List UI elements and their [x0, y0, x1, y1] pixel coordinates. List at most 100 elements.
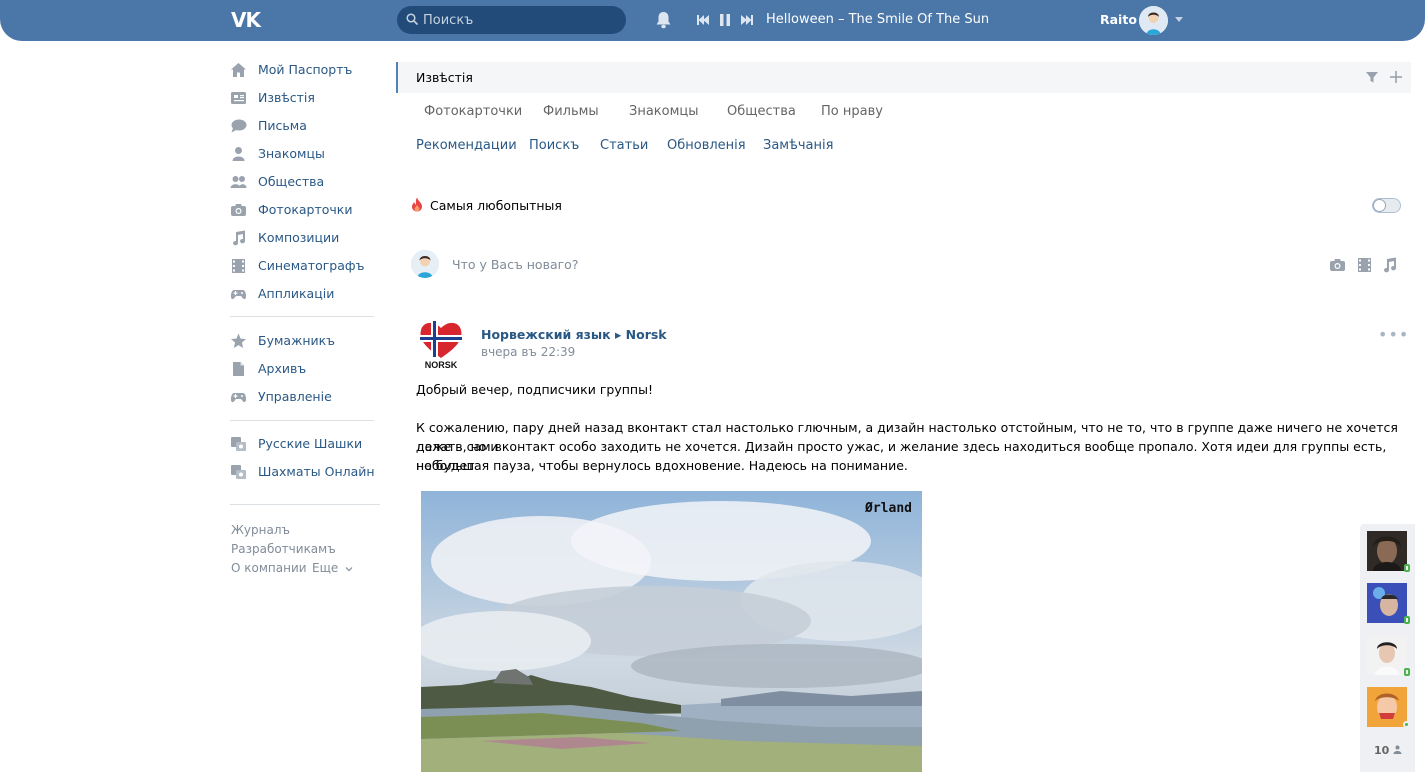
- sidebar-item-label: Архивъ: [258, 361, 307, 376]
- online-friends-panel: 10: [1360, 524, 1415, 772]
- sidebar-item-manage[interactable]: Управленіе: [230, 383, 380, 411]
- sidebar-item-payments[interactable]: Бумажникъ: [230, 327, 380, 355]
- camera-icon[interactable]: [1329, 257, 1346, 273]
- user-menu-chevron-icon[interactable]: [1175, 17, 1183, 22]
- online-status-icon: [1403, 721, 1410, 728]
- now-playing-title[interactable]: Helloween – The Smile Of The Sun: [766, 12, 989, 27]
- tab-recommendations[interactable]: Рекомендации: [416, 138, 517, 153]
- film-icon[interactable]: [1356, 257, 1373, 273]
- feed-title-bar: Извѣстія: [396, 62, 1411, 93]
- norway-heart-logo: NORSK: [420, 321, 462, 370]
- sidebar-item-label: Фотокарточки: [258, 202, 353, 217]
- user-name[interactable]: Raito: [1100, 12, 1137, 27]
- notifications-bell-icon[interactable]: [655, 11, 672, 29]
- filter-icon[interactable]: [1365, 70, 1379, 84]
- online-count-value: 10: [1374, 744, 1390, 757]
- post-timestamp[interactable]: вчера въ 22:39: [481, 345, 575, 359]
- gamepad-icon: [230, 393, 247, 403]
- home-icon: [231, 63, 246, 77]
- sidebar-item-video[interactable]: Синематографъ: [230, 252, 380, 280]
- sidebar-item-archive[interactable]: Архивъ: [230, 355, 380, 383]
- most-interesting-toggle[interactable]: [1372, 198, 1401, 213]
- feed-title: Извѣстія: [416, 70, 473, 85]
- sidebar-item-label: Бумажникъ: [258, 333, 336, 348]
- pause-icon[interactable]: [718, 13, 732, 27]
- online-friends-count[interactable]: 10: [1374, 744, 1402, 757]
- most-interesting-label: Самыя любопытныя: [430, 198, 562, 213]
- add-icon[interactable]: [1389, 70, 1403, 84]
- sidebar-item-game-checkers[interactable]: Русские Шашки: [230, 430, 380, 458]
- friend-icon: [232, 147, 245, 161]
- landscape-photo: [421, 491, 922, 772]
- search-box[interactable]: [397, 6, 626, 34]
- tab-groups[interactable]: Общества: [727, 104, 796, 119]
- new-post-input[interactable]: Что у Васъ новаго?: [452, 257, 578, 272]
- flame-icon: [412, 197, 422, 212]
- footer-link-more[interactable]: Еще: [312, 561, 353, 575]
- vk-logo[interactable]: VK: [231, 9, 264, 31]
- sidebar-item-game-chess[interactable]: Шахматы Онлайн: [230, 458, 380, 486]
- next-track-icon[interactable]: [740, 13, 754, 27]
- music-icon[interactable]: [1381, 257, 1398, 273]
- post-author-link[interactable]: Норвежский язык ▸ Norsk: [481, 327, 667, 342]
- sidebar-item-label: Русские Шашки: [258, 436, 363, 451]
- sidebar-item-label: Композиции: [258, 230, 340, 245]
- sidebar-item-label: Шахматы Онлайн: [258, 464, 375, 479]
- friend-avatar[interactable]: [1367, 635, 1410, 676]
- previous-track-icon[interactable]: [696, 13, 710, 27]
- group-logo-text: NORSK: [425, 360, 458, 370]
- friend-avatar-image: [1367, 531, 1407, 571]
- post-photo[interactable]: Ørland: [421, 491, 922, 772]
- sidebar-item-label: Письма: [258, 118, 307, 133]
- user-avatar[interactable]: [1139, 6, 1168, 35]
- sidebar-item-groups[interactable]: Общества: [230, 168, 380, 196]
- sidebar-item-profile[interactable]: Мой Паспортъ: [230, 56, 380, 84]
- friend-avatar-image: [1367, 687, 1407, 727]
- sidebar-item-friends[interactable]: Знакомцы: [230, 140, 380, 168]
- gamepad-icon: [230, 290, 247, 300]
- sidebar-item-label: Извѣстія: [258, 90, 315, 105]
- footer-link-about[interactable]: О компании: [231, 561, 307, 575]
- tab-friends[interactable]: Знакомцы: [629, 104, 699, 119]
- tab-articles[interactable]: Статьи: [600, 138, 648, 153]
- tab-photos[interactable]: Фотокарточки: [424, 104, 522, 119]
- friend-avatar[interactable]: [1367, 583, 1410, 624]
- sidebar-item-label: Управленіе: [258, 389, 332, 404]
- sidebar-item-apps[interactable]: Аппликаціи: [230, 280, 380, 308]
- friend-avatar[interactable]: [1367, 531, 1410, 572]
- tab-liked[interactable]: По нраву: [821, 104, 883, 119]
- tab-videos[interactable]: Фильмы: [543, 104, 599, 119]
- footer-more-label: Еще: [312, 561, 339, 575]
- sidebar-item-messages[interactable]: Письма: [230, 112, 380, 140]
- toggle-knob: [1373, 199, 1386, 212]
- sidebar-item-label: Знакомцы: [258, 146, 325, 161]
- sidebar-item-label: Синематографъ: [258, 258, 365, 273]
- sidebar-item-news[interactable]: Извѣстія: [230, 84, 380, 112]
- footer-link-journal[interactable]: Журналъ: [231, 523, 290, 537]
- music-icon: [233, 230, 246, 246]
- people-icon: [1393, 745, 1402, 754]
- online-mobile-icon: [1404, 616, 1410, 624]
- post-more-icon[interactable]: •••: [1378, 327, 1409, 343]
- online-mobile-icon: [1404, 564, 1410, 572]
- sidebar-divider: [230, 504, 380, 505]
- user-avatar-image: [1139, 6, 1168, 35]
- tab-comments[interactable]: Замѣчанія: [763, 138, 833, 153]
- friend-avatar-image: [1367, 583, 1407, 623]
- tab-updates[interactable]: Обновленія: [667, 138, 746, 153]
- friend-avatar[interactable]: [1367, 687, 1410, 728]
- tab-search[interactable]: Поискъ: [529, 138, 579, 153]
- footer-link-developers[interactable]: Разработчикамъ: [231, 542, 336, 556]
- chevron-down-icon: [345, 567, 353, 572]
- news-icon: [231, 92, 246, 104]
- sidebar-item-music[interactable]: Композиции: [230, 224, 380, 252]
- sidebar-item-label: Мой Паспортъ: [258, 62, 353, 77]
- search-input[interactable]: [423, 6, 618, 34]
- post-greeting: Добрый вечер, подписчики группы!: [416, 382, 653, 397]
- sidebar-item-label: Общества: [258, 174, 325, 189]
- game-app-icon: [231, 465, 246, 479]
- sidebar-item-photos[interactable]: Фотокарточки: [230, 196, 380, 224]
- group-avatar[interactable]: NORSK: [417, 318, 465, 370]
- composer-avatar[interactable]: [411, 250, 439, 278]
- search-icon: [406, 13, 418, 25]
